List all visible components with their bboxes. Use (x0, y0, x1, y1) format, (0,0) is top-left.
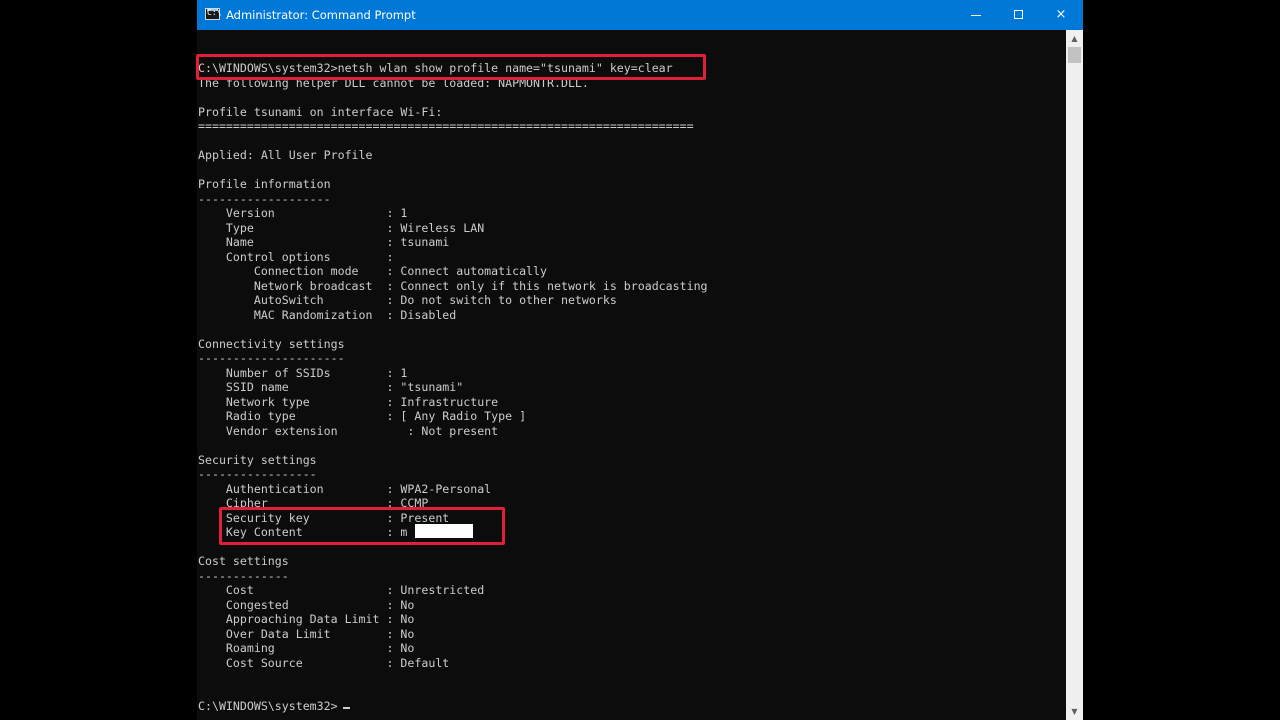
console-line: SSID name : "tsunami" (198, 380, 464, 394)
console-line: Control options : (198, 249, 394, 264)
console-line: MAC Randomization : Disabled (198, 307, 457, 322)
security-key-highlight-box (219, 507, 505, 545)
console-line: C:\WINDOWS\system32> (198, 699, 338, 713)
title-bar[interactable]: C:\ Administrator: Command Prompt × (197, 0, 1083, 30)
console-line: ------------- (198, 568, 289, 583)
console-line: Network broadcast : Connect only if this… (198, 278, 708, 293)
console-line: Cost : Unrestricted (198, 583, 485, 597)
maximize-button[interactable] (998, 0, 1040, 30)
window-title: Administrator: Command Prompt (226, 8, 416, 22)
minimize-button[interactable] (955, 0, 997, 30)
console-line: Network type : Infrastructure (198, 394, 499, 409)
scrollbar-thumb[interactable] (1068, 47, 1081, 63)
maximize-icon (1014, 10, 1023, 19)
command-highlight-box (196, 54, 706, 80)
console-line: Vendor extension : Not present (198, 423, 499, 438)
close-icon: × (1055, 7, 1067, 22)
console-line: AutoSwitch : Do not switch to other netw… (198, 293, 617, 307)
console-line: --------------------- (198, 351, 345, 365)
console-line: Profile tsunami on interface Wi-Fi: (198, 104, 443, 119)
scroll-up-arrow-icon[interactable]: ▲ (1066, 30, 1083, 47)
console-line: Cost Source : Default (198, 655, 450, 670)
console-line: Applied: All User Profile (198, 148, 373, 162)
console-line: Connection mode : Connect automatically (198, 264, 548, 278)
console-line: Type : Wireless LAN (198, 220, 485, 235)
console-line: Over Data Limit : No (198, 626, 415, 641)
console-line: Congested : No (198, 597, 415, 612)
console-line: Approaching Data Limit : No (198, 612, 415, 626)
close-button[interactable]: × (1040, 0, 1082, 30)
cmd-icon: C:\ (205, 8, 221, 20)
console-line: Authentication : WPA2-Personal (198, 481, 492, 496)
scroll-down-arrow-icon[interactable]: ▼ (1066, 703, 1083, 720)
console-line: ----------------- (198, 467, 317, 481)
minimize-icon (971, 15, 981, 16)
console-line: Version : 1 (198, 206, 408, 220)
console-line: Radio type : [ Any Radio Type ] (198, 409, 527, 423)
text-cursor (343, 707, 350, 709)
vertical-scrollbar[interactable]: ▲ ▼ (1066, 30, 1083, 720)
console-line: Connectivity settings (198, 336, 345, 351)
console-line: Roaming : No (198, 641, 415, 655)
console-line: Number of SSIDs : 1 (198, 365, 408, 380)
console-line: Security settings (198, 452, 317, 467)
console-line: Name : tsunami (198, 235, 450, 249)
console-output[interactable]: C:\WINDOWS\system32>netsh wlan show prof… (197, 30, 1066, 720)
console-line: ------------------- (198, 191, 331, 206)
console-line: ========================================… (198, 119, 694, 133)
console-line: Cost settings (198, 554, 289, 568)
console-line: Profile information (198, 177, 331, 191)
